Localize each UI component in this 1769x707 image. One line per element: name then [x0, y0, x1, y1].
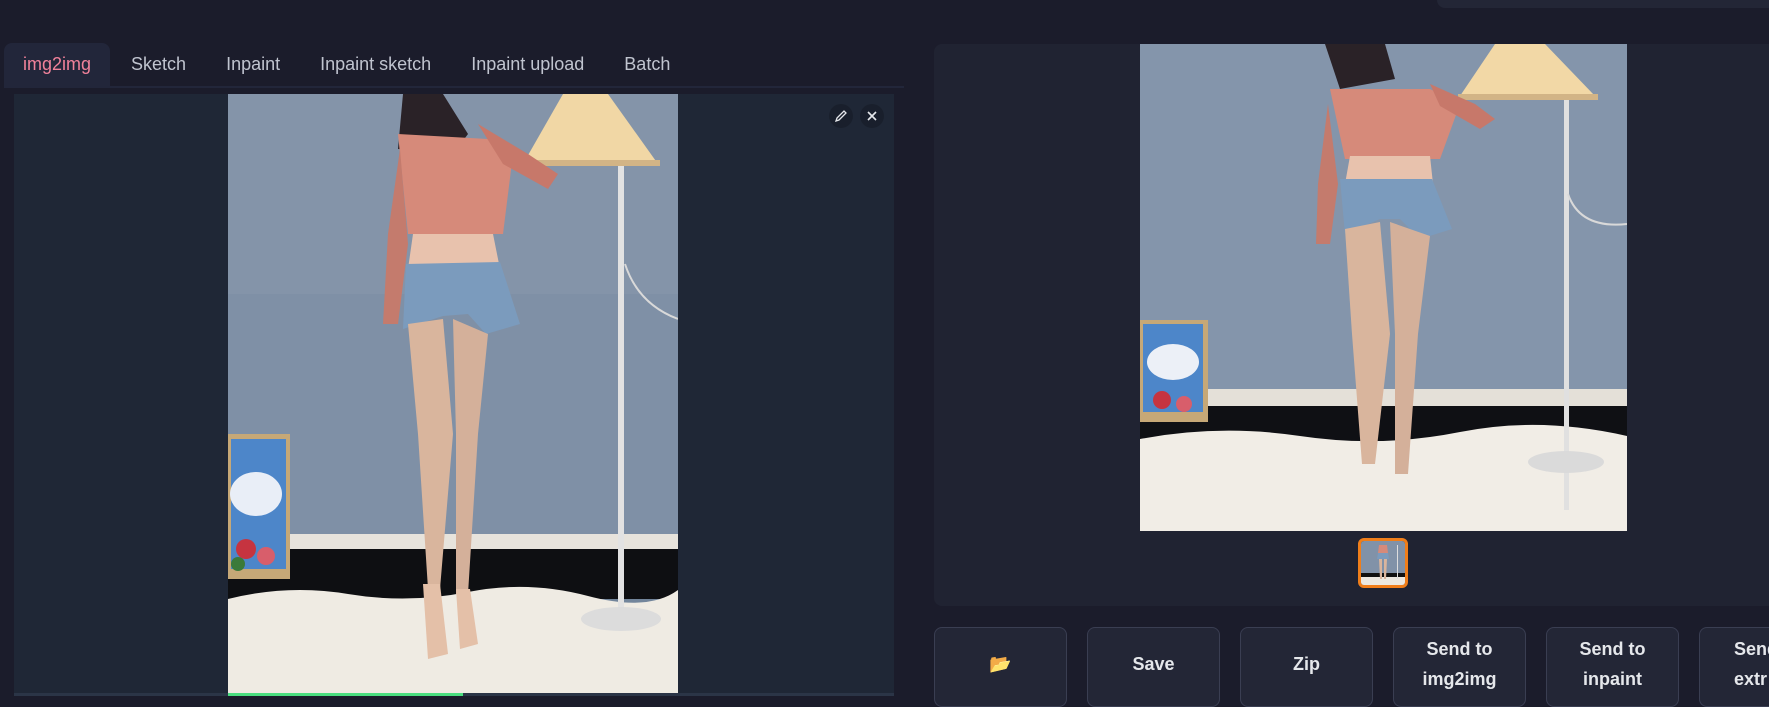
tab-underline	[4, 86, 904, 88]
save-button[interactable]: Save	[1087, 627, 1220, 707]
gallery-thumbnail[interactable]	[1358, 538, 1408, 588]
input-image	[228, 94, 678, 696]
tab-img2img[interactable]: img2img	[4, 43, 111, 86]
mode-tabs: img2img Sketch Inpaint Inpaint sketch In…	[4, 43, 904, 86]
folder-icon: 📂	[989, 654, 1012, 674]
save-label: Save	[1132, 654, 1175, 674]
zip-button[interactable]: Zip	[1240, 627, 1373, 707]
output-image[interactable]	[1140, 44, 1627, 531]
send-to-img2img-label: Send to img2img	[1422, 639, 1497, 689]
tab-batch[interactable]: Batch	[605, 43, 689, 86]
send-to-inpaint-button[interactable]: Send to inpaint	[1546, 627, 1679, 707]
top-strip	[1437, 0, 1769, 8]
tab-inpaint-upload[interactable]: Inpaint upload	[452, 43, 603, 86]
send-to-inpaint-label: Send to inpaint	[1579, 639, 1646, 689]
send-to-extras-button[interactable]: Send extr	[1699, 627, 1769, 707]
pencil-icon[interactable]	[829, 104, 853, 128]
tab-sketch[interactable]: Sketch	[112, 43, 205, 86]
send-to-img2img-button[interactable]: Send to img2img	[1393, 627, 1526, 707]
close-icon[interactable]	[860, 104, 884, 128]
open-folder-button[interactable]: 📂	[934, 627, 1067, 707]
tab-inpaint-sketch[interactable]: Inpaint sketch	[301, 43, 450, 86]
send-to-extras-label: Send extr	[1734, 639, 1769, 689]
zip-label: Zip	[1293, 654, 1320, 674]
tab-inpaint[interactable]: Inpaint	[207, 43, 299, 86]
input-image-editor[interactable]	[14, 94, 894, 696]
